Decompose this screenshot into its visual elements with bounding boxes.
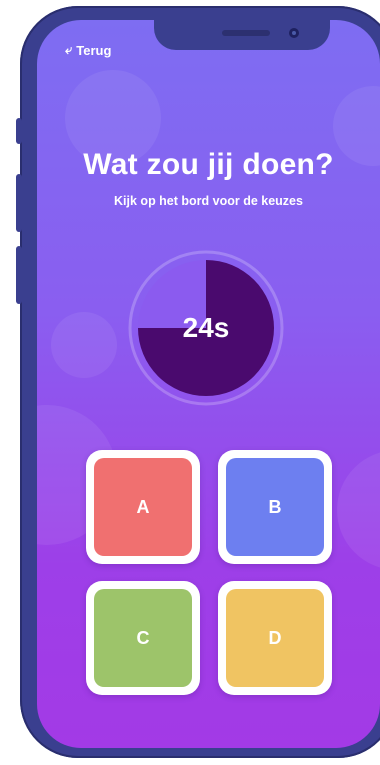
answer-tile-c: C xyxy=(94,589,192,687)
countdown-timer: 24s xyxy=(128,250,284,406)
answer-tile-d: D xyxy=(226,589,324,687)
background-bubble xyxy=(51,312,117,378)
answer-button-d[interactable]: D xyxy=(218,581,332,695)
phone-side-button xyxy=(16,118,22,144)
phone-volume-down-button xyxy=(16,246,22,304)
phone-notch xyxy=(154,20,330,50)
timer-label: 24s xyxy=(182,312,230,343)
answer-tile-b: B xyxy=(226,458,324,556)
answer-label-b: B xyxy=(268,496,282,517)
back-label: Terug xyxy=(76,42,112,58)
answer-tile-a: A xyxy=(94,458,192,556)
front-camera xyxy=(289,28,299,38)
answer-button-a[interactable]: A xyxy=(86,450,200,564)
app-screen: ⤶ Terug Wat zou jij doen? Kijk op het bo… xyxy=(37,20,380,748)
answer-label-a: A xyxy=(136,496,150,517)
back-button[interactable]: ⤶ Terug xyxy=(65,42,111,58)
question-title: Wat zou jij doen? xyxy=(83,148,334,181)
answer-button-c[interactable]: C xyxy=(86,581,200,695)
answer-label-d: D xyxy=(268,627,282,648)
back-arrow-icon: ⤶ xyxy=(65,42,73,57)
phone-volume-up-button xyxy=(16,174,22,232)
background-bubble xyxy=(337,450,380,570)
question-subtitle: Kijk op het bord voor de keuzes xyxy=(114,194,303,208)
answer-label-c: C xyxy=(136,627,150,648)
speaker-grille xyxy=(222,30,270,36)
answer-button-b[interactable]: B xyxy=(218,450,332,564)
